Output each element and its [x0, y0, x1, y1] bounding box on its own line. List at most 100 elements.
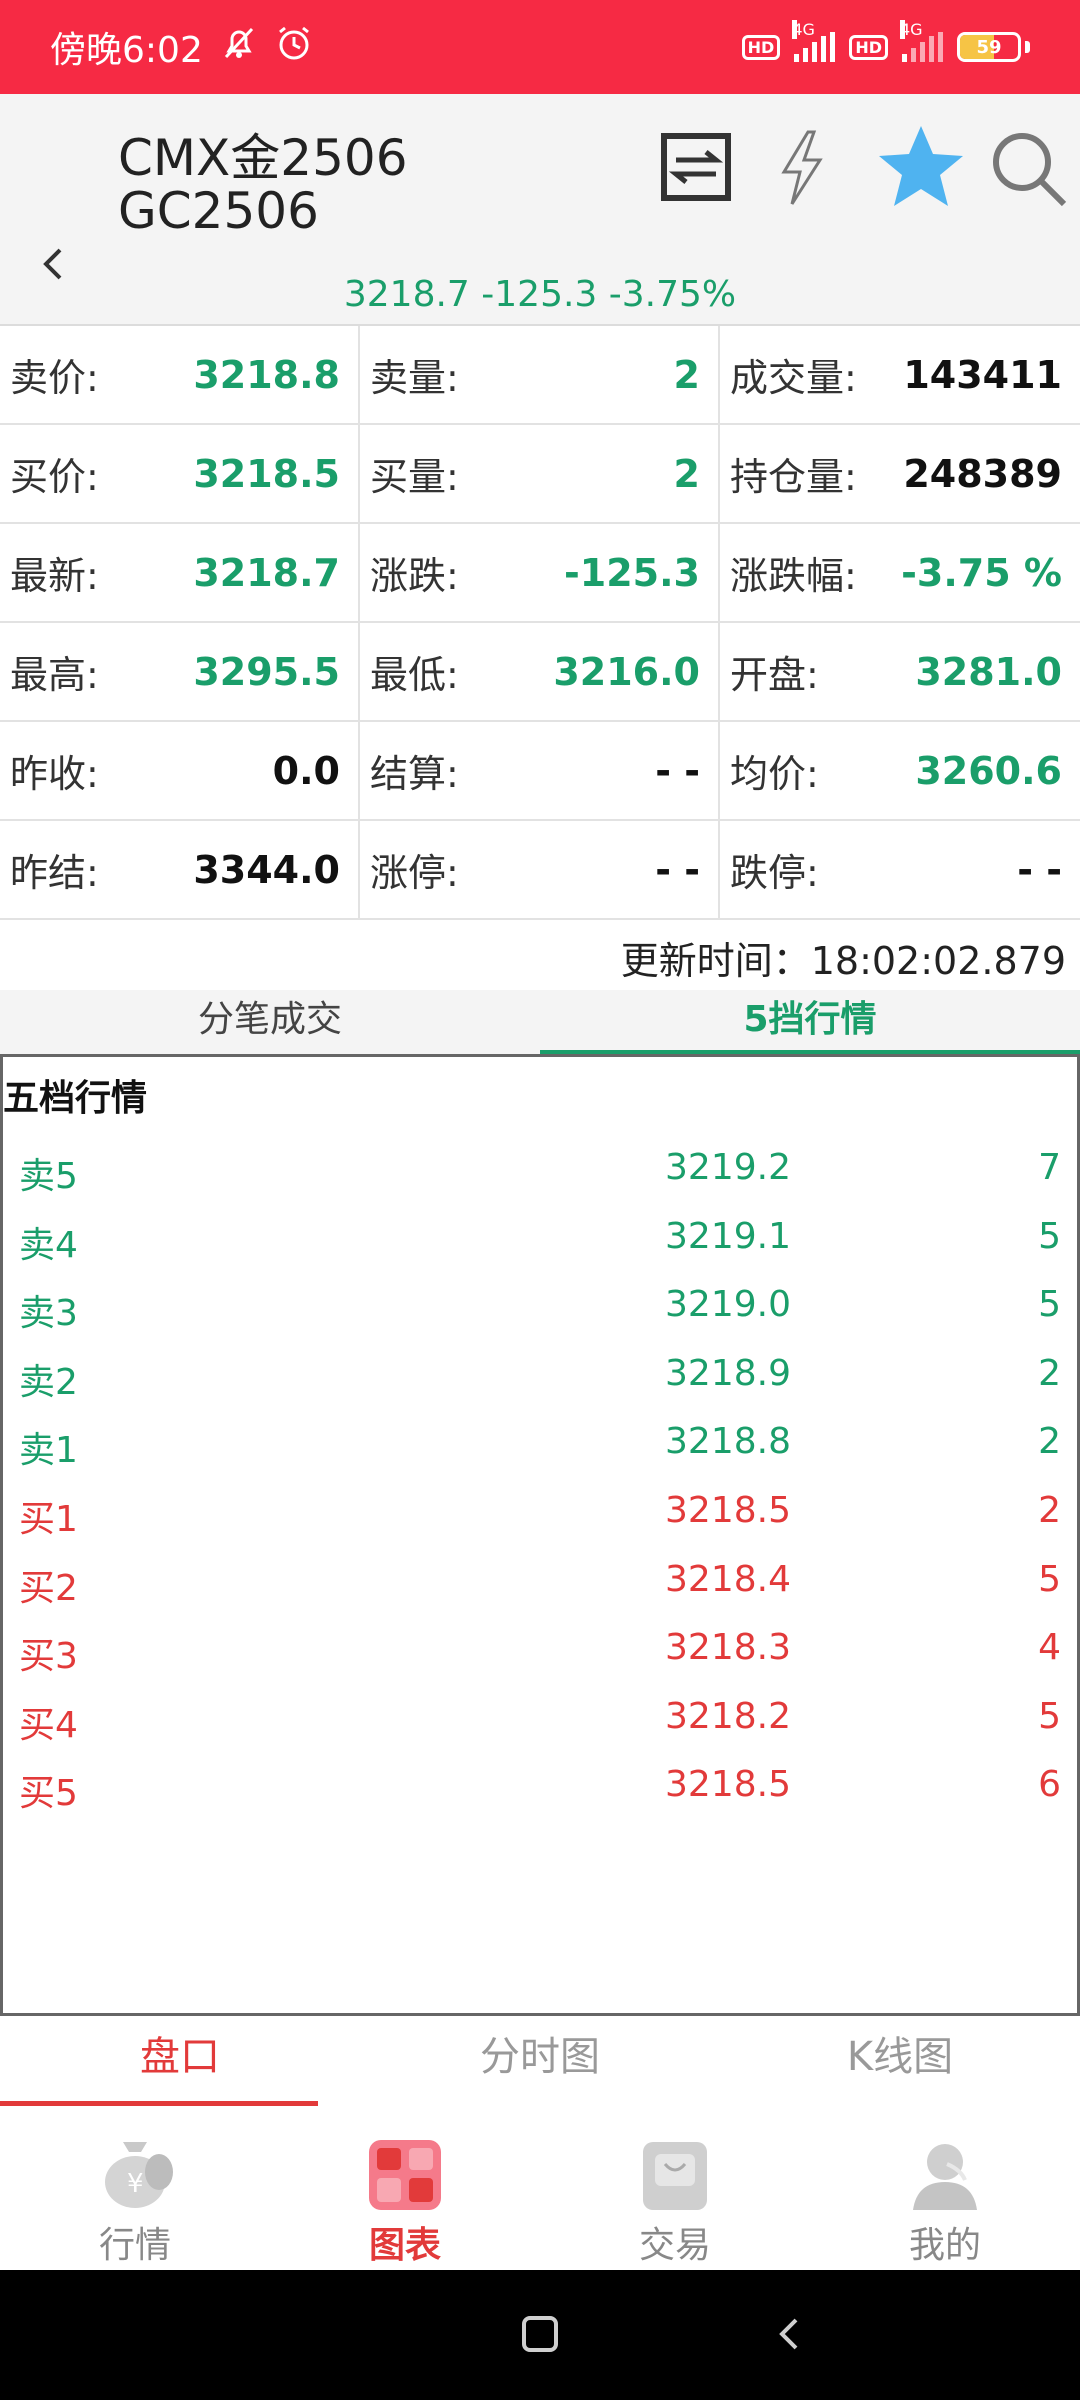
depth-price: 3218.2 [665, 1695, 791, 1737]
quote-label: 涨跌: [370, 554, 459, 598]
depth-name: 买3 [19, 1636, 78, 1678]
star-favorite-icon[interactable] [876, 122, 966, 212]
sub-tab-intraday[interactable]: 分时图 [360, 2016, 720, 2106]
quote-row: 昨结: 3344.0 涨停: - - 跌停: - - [0, 821, 1080, 920]
quote-value: -3.75 % [901, 550, 1062, 595]
quote-label: 最高: [10, 653, 99, 697]
quote-value: 2 [673, 352, 700, 397]
nav-me[interactable]: 我的 [810, 2106, 1080, 2270]
switch-icon[interactable] [658, 128, 738, 208]
depth-name: 买1 [19, 1498, 78, 1540]
quote-label: 最新: [10, 554, 99, 598]
depth-name: 买5 [19, 1773, 78, 1815]
quote-label: 买价: [10, 455, 99, 499]
quote-label: 跌停: [730, 851, 819, 895]
nav-trade[interactable]: 交易 [540, 2106, 810, 2270]
quote-cell: 均价: 3260.6 [720, 722, 1080, 819]
depth-row: 买3 3218.3 4 [3, 1617, 1077, 1686]
sub-tab-handicap[interactable]: 盘口 [0, 2016, 360, 2106]
instrument-code: GC2506 [118, 182, 319, 240]
depth-volume: 2 [1038, 1489, 1061, 1531]
quote-label: 结算: [370, 752, 459, 796]
quote-value: 248389 [903, 451, 1062, 496]
depth-volume: 5 [1038, 1284, 1061, 1326]
nav-chart-label: 图表 [368, 2225, 441, 2266]
nav-trade-label: 交易 [638, 2225, 711, 2266]
quote-value: 2 [673, 451, 700, 496]
nav-chart[interactable]: 图表 [270, 2106, 540, 2270]
depth-name: 买2 [19, 1567, 78, 1609]
bottom-nav: ¥ 行情 图表 交易 我的 [0, 2106, 1080, 2270]
quote-cell: 最低: 3216.0 [360, 623, 720, 720]
depth-name: 卖4 [19, 1224, 78, 1266]
nav-me-label: 我的 [908, 2225, 981, 2266]
nav-market[interactable]: ¥ 行情 [0, 2106, 270, 2270]
depth-price: 3219.1 [665, 1215, 791, 1257]
instrument-name: CMX金2506 [118, 129, 408, 187]
depth-name: 卖3 [19, 1293, 78, 1335]
quote-row: 卖价: 3218.8 卖量: 2 成交量: 143411 [0, 326, 1080, 425]
quote-grid: 卖价: 3218.8 卖量: 2 成交量: 143411 买价: 3218.5 买量: 2 持仓量:… [0, 326, 1080, 920]
hd-badge-2: HD [849, 34, 888, 60]
depth-row: 卖4 3219.1 5 [3, 1206, 1077, 1275]
depth-price: 3218.8 [665, 1421, 791, 1463]
quote-value: -125.3 [564, 550, 700, 595]
depth-name: 卖1 [19, 1430, 78, 1472]
depth-row: 卖5 3219.2 7 [3, 1137, 1077, 1206]
search-icon[interactable] [988, 128, 1068, 208]
system-back-icon[interactable] [770, 2314, 810, 2354]
depth-volume: 4 [1038, 1627, 1061, 1669]
depth-price: 3219.2 [665, 1147, 791, 1188]
quote-value: 3218.8 [193, 352, 340, 397]
battery-icon: 59 [957, 32, 1021, 62]
quote-cell: 涨停: - - [360, 821, 720, 918]
depth-row: 卖3 3219.0 5 [3, 1274, 1077, 1343]
depth-panel: 五档行情 卖5 3219.2 7 卖4 3219.1 5 卖3 3219.0 5 卖2 3218.9… [0, 1054, 1080, 2016]
depth-price: 3219.0 [665, 1284, 791, 1326]
quote-cell: 涨跌: -125.3 [360, 524, 720, 621]
hd-badge: HD [741, 34, 781, 60]
quote-value: 3281.0 [915, 649, 1062, 694]
depth-volume: 2 [1038, 1421, 1061, 1463]
user-icon [913, 2144, 977, 2210]
update-time: 更新时间：18:02:02.879 [620, 939, 1066, 983]
depth-volume: 6 [1038, 1764, 1061, 1806]
quote-cell: 结算: - - [360, 722, 720, 819]
tab-five-level[interactable]: 5挡行情 [540, 990, 1080, 1054]
alarm-icon [275, 24, 313, 71]
quote-label: 卖量: [370, 356, 459, 400]
quote-cell: 卖价: 3218.8 [0, 326, 360, 423]
sub-tab-kline[interactable]: K线图 [720, 2016, 1080, 2106]
quote-value: 3216.0 [553, 649, 700, 694]
depth-volume: 5 [1038, 1558, 1061, 1600]
quote-label: 卖价: [10, 356, 99, 400]
tab-tick-trades[interactable]: 分笔成交 [0, 990, 540, 1054]
quote-cell: 卖量: 2 [360, 326, 720, 423]
depth-row: 买5 3218.5 6 [3, 1754, 1077, 1823]
depth-price: 3218.5 [665, 1489, 791, 1531]
sub-nav: 盘口 分时图 K线图 [0, 2016, 1080, 2106]
chart-grid-icon [369, 2140, 441, 2210]
quote-cell: 最高: 3295.5 [0, 623, 360, 720]
quote-row: 最新: 3218.7 涨跌: -125.3 涨跌幅: -3.75 % [0, 524, 1080, 623]
quote-label: 均价: [730, 752, 819, 796]
quote-value: - - [1017, 847, 1062, 892]
quote-label: 涨跌幅: [730, 554, 857, 598]
quote-value: 3344.0 [193, 847, 340, 892]
home-button-icon[interactable] [522, 2316, 558, 2352]
depth-price: 3218.3 [665, 1627, 791, 1669]
bell-muted-icon [221, 25, 257, 70]
status-time: 傍晚6:02 [50, 30, 203, 71]
status-right: HD 4G HD 4G 59 [741, 20, 1030, 62]
quote-value: - - [655, 748, 700, 793]
quote-cell: 跌停: - - [720, 821, 1080, 918]
lightning-icon[interactable] [762, 128, 842, 208]
quote-cell: 开盘: 3281.0 [720, 623, 1080, 720]
quote-cell: 昨收: 0.0 [0, 722, 360, 819]
svg-text:¥: ¥ [127, 2169, 144, 2199]
depth-price: 3218.4 [665, 1558, 791, 1600]
quote-label: 昨结: [10, 851, 99, 895]
quote-label: 最低: [370, 653, 459, 697]
signal-icon-2: 4G [900, 20, 943, 62]
depth-volume: 2 [1038, 1352, 1061, 1394]
